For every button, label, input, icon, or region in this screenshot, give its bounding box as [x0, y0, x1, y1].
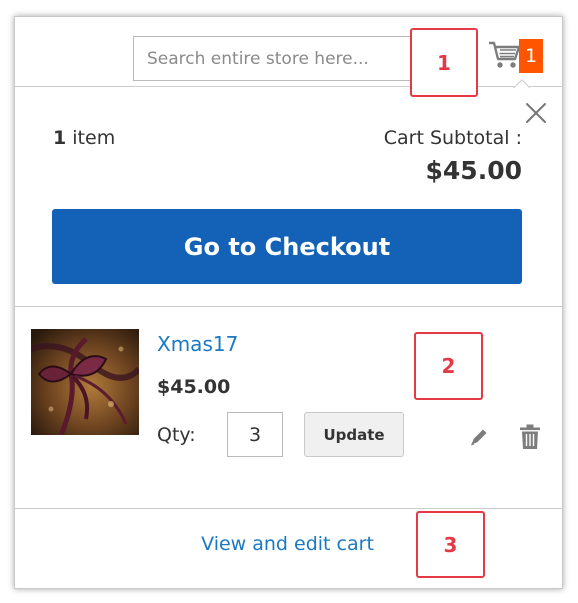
qty-label: Qty: [157, 424, 196, 446]
search-input[interactable] [133, 36, 417, 81]
callout-marker-3: 3 [416, 511, 485, 578]
go-to-checkout-button[interactable]: Go to Checkout [52, 209, 522, 284]
divider [15, 306, 562, 307]
trash-icon[interactable] [519, 424, 541, 450]
pencil-icon[interactable] [468, 426, 490, 448]
view-cart-label: View and edit cart [201, 533, 374, 555]
close-icon[interactable] [524, 101, 548, 125]
qty-input[interactable] [227, 412, 283, 457]
cart-icon[interactable] [488, 40, 522, 70]
cart-count-badge[interactable]: 1 [519, 39, 543, 73]
item-count-word: item [72, 127, 116, 149]
minicart-screenshot-frame: 1 1 item Cart Subtotal : $45.00 Go to Ch… [14, 16, 563, 589]
dropdown-caret [512, 78, 530, 88]
subtotal-amount: $45.00 [425, 156, 522, 185]
item-count-number: 1 [53, 127, 67, 149]
divider [15, 508, 562, 509]
store-header: 1 [15, 17, 562, 87]
product-name-link[interactable]: Xmas17 [157, 332, 238, 356]
item-count: 1 item [53, 127, 115, 149]
callout-marker-2: 2 [414, 332, 483, 400]
subtotal-label: Cart Subtotal : [383, 127, 522, 149]
callout-marker-1: 1 [410, 28, 478, 97]
update-qty-button[interactable]: Update [304, 412, 404, 457]
product-image[interactable] [31, 329, 139, 435]
product-price: $45.00 [157, 376, 231, 398]
